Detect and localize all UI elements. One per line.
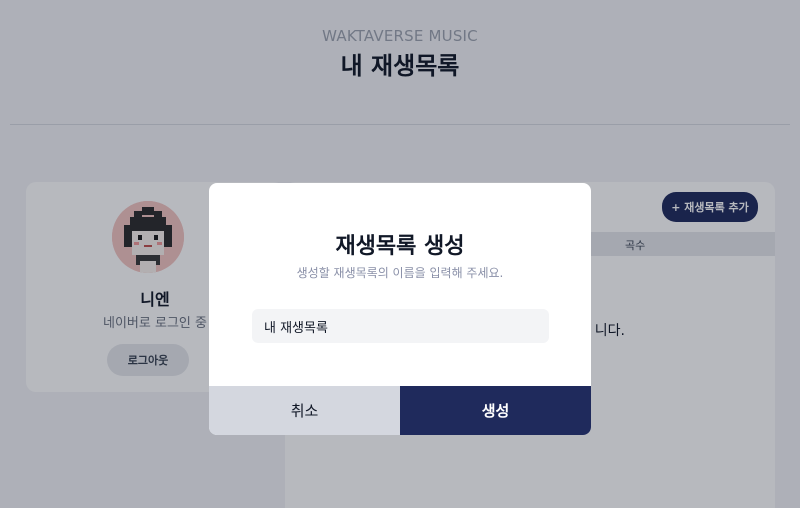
modal-description: 생성할 재생목록의 이름을 입력해 주세요.	[296, 266, 504, 280]
create-button[interactable]: 생성	[400, 386, 591, 435]
modal-footer: 취소 생성	[209, 386, 591, 435]
create-playlist-modal: 재생목록 생성 생성할 재생목록의 이름을 입력해 주세요. 취소 생성	[209, 183, 591, 435]
cancel-button[interactable]: 취소	[209, 386, 400, 435]
modal-title: 재생목록 생성	[335, 234, 465, 259]
playlist-name-input[interactable]	[252, 309, 549, 343]
